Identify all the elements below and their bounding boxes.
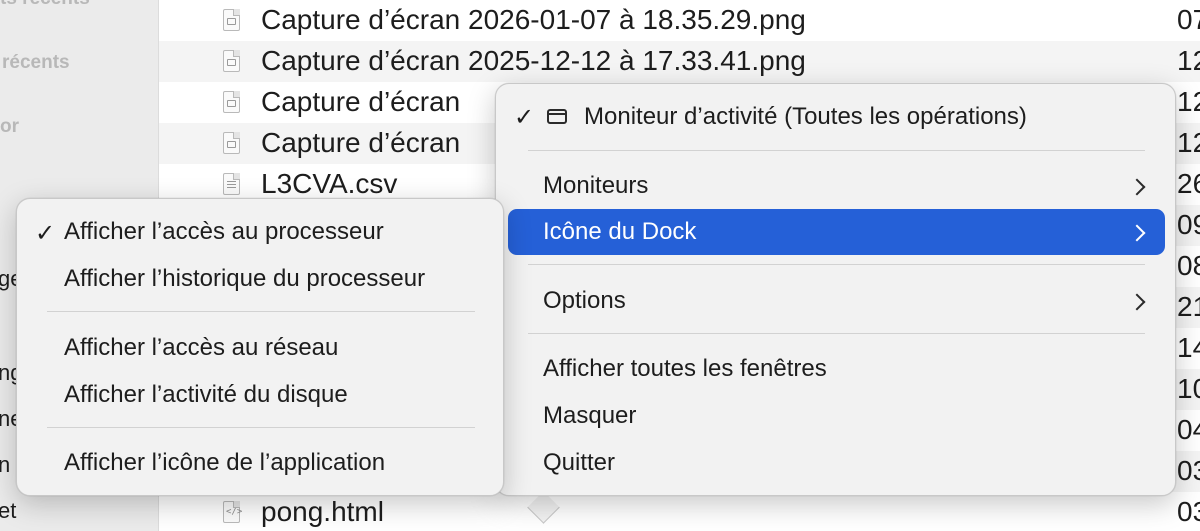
sidebar-item-or[interactable]: or (0, 116, 19, 138)
menu-separator (528, 264, 1145, 265)
file-name: Capture d’écran 2026-01-07 à 18.35.29.pn… (261, 4, 806, 35)
file-row[interactable]: Capture d’écran 2026-01-07 à 18.35.29.pn… (159, 0, 1200, 41)
file-row[interactable]: </> pong.html 03 (159, 492, 1200, 531)
file-date: 21 (1177, 291, 1200, 322)
image-file-icon (223, 132, 240, 154)
sidebar-fragment[interactable]: n (0, 452, 10, 478)
file-date: 03 (1177, 496, 1200, 527)
file-date: 09 (1177, 209, 1200, 240)
menu-separator (528, 150, 1145, 151)
dock-context-menu: ✓ Moniteur d’activité (Toutes les opérat… (495, 83, 1176, 496)
image-file-icon (223, 9, 240, 31)
dock-icon-submenu: ✓ Afficher l’accès au processeur Affiche… (16, 198, 504, 496)
file-date: 14 (1177, 332, 1200, 363)
file-name: pong.html (261, 496, 384, 527)
file-date: 12 (1177, 127, 1200, 158)
menu-item-label: Options (543, 287, 626, 314)
menu-item-acces-processeur[interactable]: Afficher l’accès au processeur (27, 209, 495, 255)
csv-file-icon (223, 173, 240, 195)
file-date: 12 (1177, 45, 1200, 76)
menu-separator (47, 427, 475, 428)
menu-item-app-window[interactable]: Moniteur d’activité (Toutes les opératio… (508, 94, 1165, 140)
menu-item-options[interactable]: Options (508, 278, 1165, 324)
menu-item-moniteurs[interactable]: Moniteurs (508, 163, 1165, 209)
file-name: Capture d’écran (261, 86, 461, 117)
file-date: 26 (1177, 168, 1200, 199)
menu-item-label: Moniteurs (543, 172, 649, 199)
file-date: 10 (1177, 373, 1200, 404)
sidebar-item-recents[interactable]: ts récents (0, 0, 90, 10)
file-date: 03 (1177, 455, 1200, 486)
file-row[interactable]: Capture d’écran 2025-12-12 à 17.33.41.pn… (159, 41, 1200, 82)
menu-item-label: Icône du Dock (543, 218, 697, 245)
chevron-right-icon (1128, 293, 1146, 311)
menu-item-activite-disque[interactable]: Afficher l’activité du disque (27, 372, 495, 418)
file-date: 07 (1177, 4, 1200, 35)
image-file-icon (223, 50, 240, 72)
chevron-right-icon (1128, 224, 1146, 242)
menu-item-icone-du-dock[interactable]: Icône du Dock (508, 209, 1165, 255)
chevron-right-icon (1128, 178, 1146, 196)
menu-item-acces-reseau[interactable]: Afficher l’accès au réseau (27, 325, 495, 371)
menu-separator (47, 311, 475, 312)
file-name: L3CVA.csv (261, 168, 398, 199)
menu-item-masquer[interactable]: Masquer (508, 393, 1165, 439)
html-file-icon: </> (223, 501, 242, 523)
menu-item-historique-processeur[interactable]: Afficher l’historique du processeur (27, 256, 495, 302)
file-date: 04 (1177, 414, 1200, 445)
menu-separator (528, 333, 1145, 334)
menu-item-afficher-toutes-fenetres[interactable]: Afficher toutes les fenêtres (508, 346, 1165, 392)
sidebar-item-recents-2[interactable]: récents (2, 52, 70, 74)
menu-item-quitter[interactable]: Quitter (508, 440, 1165, 486)
sidebar-fragment[interactable]: et (0, 498, 16, 524)
image-file-icon (223, 91, 240, 113)
menu-item-icone-application[interactable]: Afficher l’icône de l’application (27, 440, 495, 486)
file-name: Capture d’écran (261, 127, 461, 158)
file-date: 08 (1177, 250, 1200, 281)
file-date: 12 (1177, 86, 1200, 117)
file-name: Capture d’écran 2025-12-12 à 17.33.41.pn… (261, 45, 806, 76)
